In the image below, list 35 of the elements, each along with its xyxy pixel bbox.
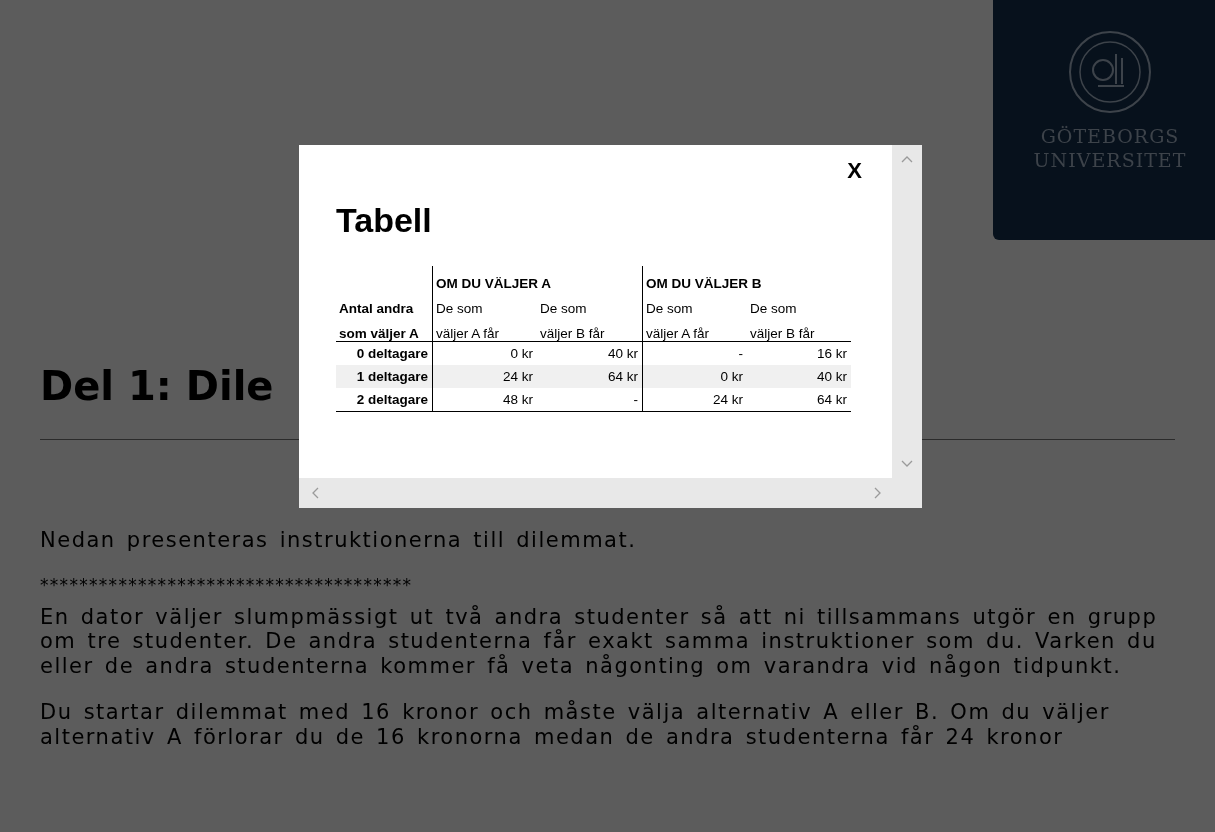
column-header: De som	[749, 300, 798, 316]
column-header: De som	[432, 291, 537, 316]
row-header: Antal andra	[336, 291, 433, 316]
row-label: 1 deltagare	[336, 365, 433, 388]
column-header: De som	[537, 291, 643, 316]
seal-icon	[1068, 30, 1152, 114]
page-heading: Del 1: Dile	[40, 362, 274, 411]
table-cell: 64 kr	[537, 365, 643, 388]
close-button[interactable]: X	[843, 158, 866, 184]
table-cell: 24 kr	[642, 388, 747, 412]
table-cell: 48 kr	[432, 388, 537, 412]
column-header: väljer A får	[642, 316, 747, 342]
group-header: OM DU VÄLJER B	[642, 266, 851, 291]
table-cell: -	[537, 388, 643, 412]
table-cell: 40 kr	[747, 365, 851, 388]
row-label: 2 deltagare	[336, 388, 433, 412]
row-header: som väljer A	[336, 316, 433, 342]
table-cell: 16 kr	[747, 341, 851, 365]
row-label: 0 deltagare	[336, 341, 433, 365]
group-header: OM DU VÄLJER A	[432, 266, 643, 291]
table-cell: 0 kr	[642, 365, 747, 388]
column-header: väljer A får	[432, 316, 537, 342]
table-cell: 24 kr	[432, 365, 537, 388]
column-header: De som	[642, 291, 747, 316]
column-header: väljer B får	[747, 316, 851, 342]
table-cell: 64 kr	[747, 388, 851, 412]
separator-text: **************************************	[40, 574, 413, 595]
table-cell: 40 kr	[537, 341, 643, 365]
vertical-scrollbar[interactable]	[892, 145, 922, 478]
column-header: väljer B får	[537, 316, 643, 342]
dialog-title: Tabell	[336, 201, 432, 240]
intro-text: Nedan presenteras instruktionerna till dilemmat.	[40, 528, 638, 553]
instruction-paragraph: Du startar dilemmat med 16 kronor och måste välja alternativ A eller B. Om du väljer alternativ A förlorar du de 16 kronorna medan de andra studenterna får 24 kronor	[40, 700, 1111, 749]
horizontal-scrollbar[interactable]	[299, 478, 922, 508]
instruction-paragraph: En dator väljer slumpmässigt ut två andra studenter så att ni tillsammans utgör en grupp om tre studenter. De andra studenterna får exakt samma instruktioner som du. Varken du eller de andra studenterna kommer få veta någonting om varandra vid någon tidpunkt.	[40, 604, 1159, 678]
